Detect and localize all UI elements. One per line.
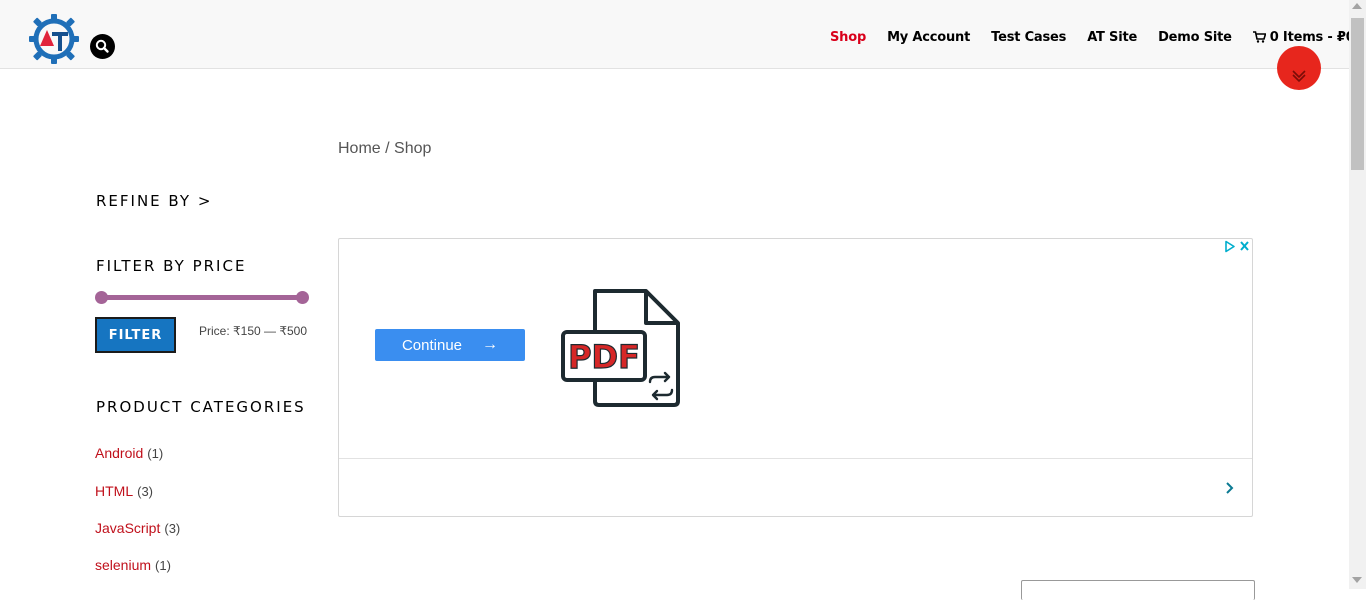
scroll-toggle-button[interactable] xyxy=(1277,46,1321,90)
ad-divider xyxy=(339,458,1252,459)
category-count: (3) xyxy=(137,484,154,499)
arrow-right-icon: → xyxy=(482,336,499,353)
search-icon xyxy=(95,39,109,53)
price-range-label: Price: ₹150 — ₹500 xyxy=(199,324,307,338)
category-link-selenium[interactable]: selenium xyxy=(95,557,151,573)
breadcrumb-separator: / xyxy=(380,140,395,157)
breadcrumb: Home / Shop xyxy=(338,140,431,158)
at-gear-logo-icon[interactable] xyxy=(28,13,80,65)
cart-icon xyxy=(1252,31,1266,43)
product-categories-heading: PRODUCT CATEGORIES xyxy=(96,398,306,416)
refine-heading: REFINE BY > xyxy=(96,192,213,210)
search-button[interactable] xyxy=(90,34,115,59)
filter-button[interactable]: FILTER xyxy=(95,317,176,353)
chevron-down-icon xyxy=(1292,70,1306,83)
pdf-icon-label: PDF xyxy=(568,338,640,376)
nav-at-site[interactable]: AT Site xyxy=(1087,30,1137,45)
category-item: selenium (1) xyxy=(95,557,171,573)
adchoices-icon[interactable] xyxy=(1224,240,1250,253)
category-count: (1) xyxy=(155,558,171,573)
breadcrumb-home[interactable]: Home xyxy=(338,140,381,157)
price-slider-max-handle[interactable] xyxy=(296,291,309,304)
price-slider-min-handle[interactable] xyxy=(95,291,108,304)
sort-select-box[interactable] xyxy=(1021,580,1255,600)
nav-demo-site[interactable]: Demo Site xyxy=(1158,30,1232,45)
ad-banner[interactable] xyxy=(338,238,1253,517)
price-slider-track[interactable] xyxy=(101,295,302,300)
ad-continue-button[interactable]: Continue → xyxy=(375,329,525,361)
category-link-javascript[interactable]: JavaScript xyxy=(95,520,160,536)
main-nav: Shop My Account Test Cases AT Site Demo … xyxy=(830,27,1366,47)
breadcrumb-current: Shop xyxy=(394,140,432,157)
nav-my-account[interactable]: My Account xyxy=(887,30,970,45)
scroll-down-arrow-icon[interactable] xyxy=(1352,577,1362,583)
price-filter-heading: FILTER BY PRICE xyxy=(96,257,247,275)
category-link-html[interactable]: HTML xyxy=(95,483,133,499)
ad-continue-label: Continue xyxy=(401,336,463,354)
category-item: Android (1) xyxy=(95,445,163,461)
nav-shop[interactable]: Shop xyxy=(830,30,866,45)
category-item: HTML (3) xyxy=(95,483,153,499)
scrollbar-thumb[interactable] xyxy=(1351,18,1364,170)
nav-test-cases[interactable]: Test Cases xyxy=(991,30,1066,45)
category-count: (3) xyxy=(164,521,181,536)
chevron-right-icon[interactable] xyxy=(1224,481,1236,495)
category-count: (1) xyxy=(147,446,164,461)
pdf-file-icon: PDF xyxy=(561,289,680,407)
scroll-up-arrow-icon[interactable] xyxy=(1352,3,1362,9)
category-link-android[interactable]: Android xyxy=(95,445,143,461)
category-item: JavaScript (3) xyxy=(95,520,180,536)
